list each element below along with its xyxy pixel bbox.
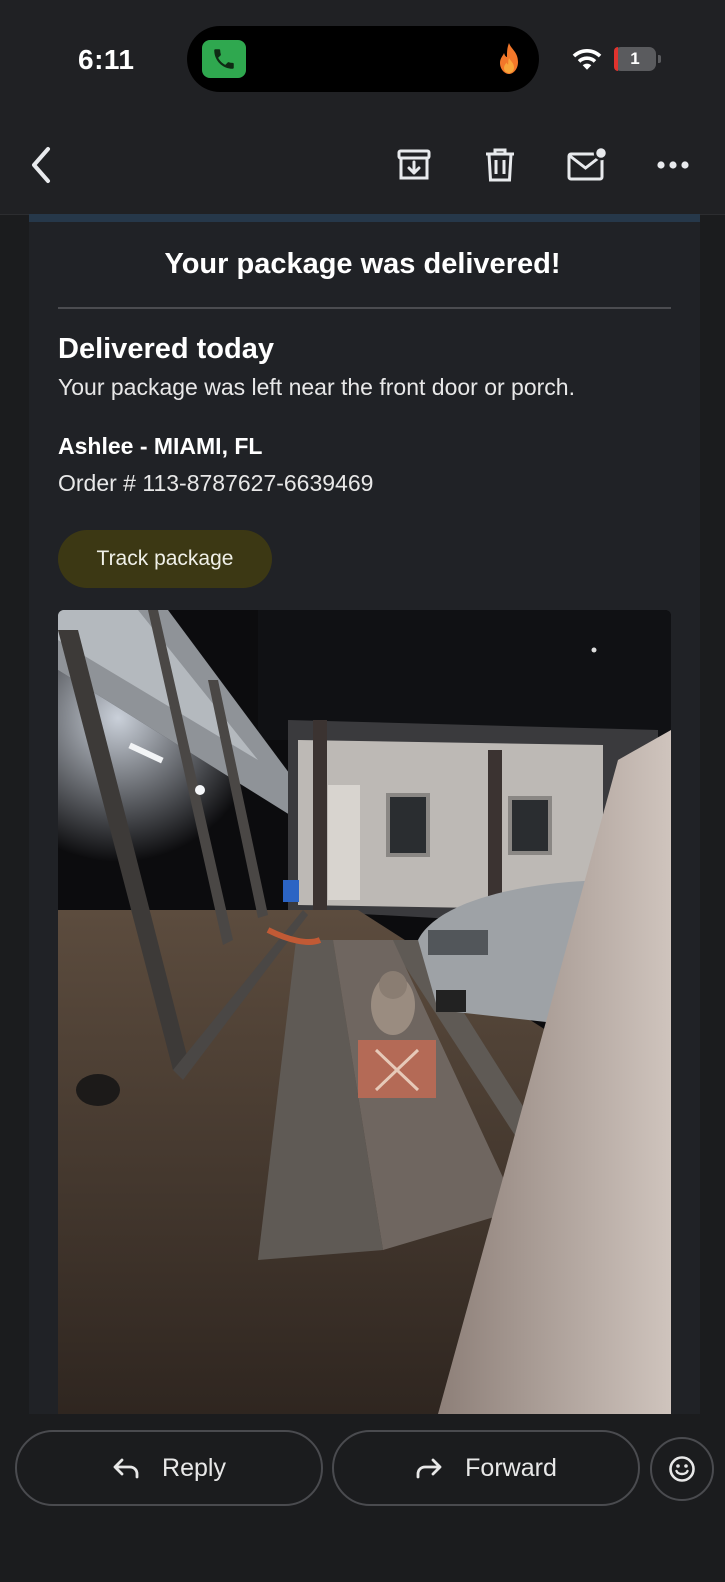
forward-button[interactable]: Forward: [332, 1430, 640, 1506]
card-header-strip: [29, 214, 700, 222]
emoji-reaction-button[interactable]: [650, 1437, 714, 1501]
more-button[interactable]: [648, 140, 698, 190]
status-bar: 6:11 1: [0, 0, 725, 120]
reply-icon: [113, 1458, 139, 1479]
archive-icon: [397, 149, 431, 180]
back-button[interactable]: [16, 140, 66, 190]
wifi-icon: [572, 49, 602, 70]
delivery-photo[interactable]: [58, 610, 671, 1414]
delete-button[interactable]: [475, 140, 525, 190]
battery-level: 1: [630, 49, 640, 68]
email-toolbar: [0, 120, 725, 215]
email-headline: Your package was delivered!: [164, 248, 561, 280]
order-number[interactable]: Order # 113-8787627-6639469: [58, 470, 373, 497]
mark-unread-button[interactable]: [562, 140, 612, 190]
dynamic-island[interactable]: [187, 26, 539, 92]
battery-tip: [658, 55, 661, 63]
battery-icon: 1: [614, 47, 661, 71]
forward-icon: [416, 1458, 442, 1479]
reply-label: Reply: [162, 1453, 226, 1482]
recipient-location: Ashlee - MIAMI, FL: [58, 433, 263, 459]
reply-button[interactable]: Reply: [15, 1430, 323, 1506]
phone-call-icon[interactable]: [202, 40, 246, 78]
back-icon: [32, 147, 50, 183]
delivery-status-title: Delivered today: [58, 333, 274, 365]
track-package-button[interactable]: Track package: [58, 530, 272, 588]
emoji-icon: [669, 1456, 695, 1482]
flame-icon: [500, 43, 518, 74]
delete-icon: [486, 148, 514, 182]
delivery-photo-scene: [58, 610, 671, 1414]
mark-unread-icon: [567, 147, 608, 181]
divider: [58, 307, 671, 309]
status-time: 6:11: [78, 44, 135, 75]
forward-label: Forward: [465, 1453, 557, 1482]
archive-button[interactable]: [389, 140, 439, 190]
delivery-detail: Your package was left near the front doo…: [58, 374, 575, 400]
more-icon: [657, 161, 689, 169]
